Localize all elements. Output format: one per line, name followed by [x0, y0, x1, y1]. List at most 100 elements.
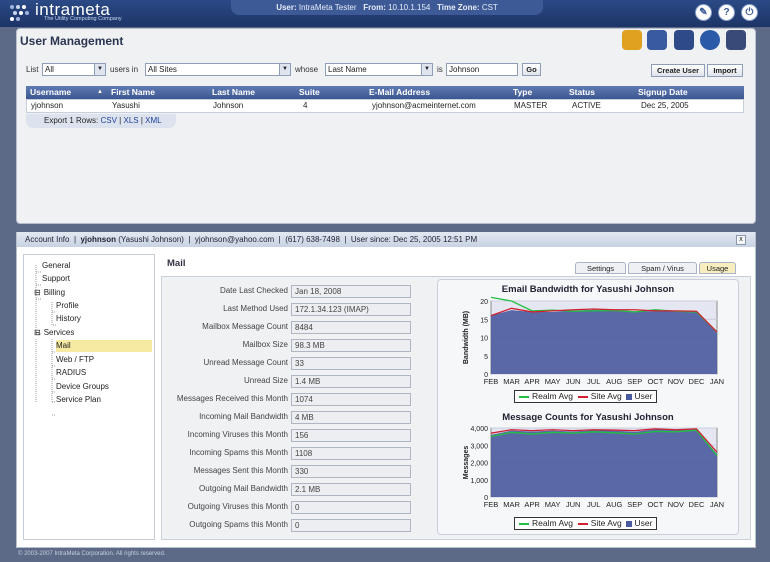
create-user-button[interactable]: Create User — [651, 64, 705, 77]
legend-realm: Realm Avg — [532, 518, 573, 528]
tree-item[interactable]: Device Groups — [56, 381, 109, 393]
legend-swatch-realm — [519, 395, 529, 398]
x-tick-label: FEB — [484, 377, 499, 386]
users-icon[interactable] — [622, 30, 642, 50]
x-tick-label: JUN — [566, 500, 581, 509]
tree-item-label: Device Groups — [56, 382, 109, 391]
field-label: Incoming Mail Bandwidth — [199, 412, 288, 421]
field-value: 2.1 MB — [291, 483, 411, 496]
x-tick-label: SEP — [627, 500, 642, 509]
tree-item[interactable]: RADIUS — [56, 367, 86, 379]
legend-swatch-user — [626, 520, 633, 527]
section-title: Mail — [167, 258, 186, 269]
tree-item[interactable]: ⊟ Billing — [34, 287, 65, 299]
gears-icon[interactable] — [726, 30, 746, 50]
account-email: yjohnson@yahoo.com — [194, 235, 275, 244]
list-select-value: All — [45, 65, 54, 74]
table-row[interactable]: yjohnson Yasushi Johnson 4 yjohnson@acme… — [26, 99, 744, 113]
field-value: 4 MB — [291, 411, 411, 424]
chart-title-bandwidth: Email Bandwidth for Yasushi Johnson — [501, 284, 675, 295]
tree-item-label: Profile — [56, 301, 79, 310]
cell-type: MASTER — [514, 101, 548, 110]
x-tick-label: OCT — [647, 377, 663, 386]
tab-settings[interactable]: Settings — [575, 262, 626, 274]
field-label: Mailbox Size — [242, 340, 288, 349]
close-icon[interactable]: x — [736, 235, 746, 245]
x-tick-label: JUL — [587, 500, 600, 509]
field-label: Outgoing Mail Bandwidth — [199, 484, 288, 493]
legend-realm: Realm Avg — [532, 391, 573, 401]
go-button[interactable]: Go — [522, 63, 541, 76]
export-sep: | — [119, 116, 122, 125]
field-label: Outgoing Spams this Month — [189, 520, 288, 529]
col-status[interactable]: Status — [569, 86, 595, 99]
legend-messages: Realm Avg Site Avg User — [514, 517, 658, 530]
session-ip: 10.10.1.154 — [388, 3, 431, 12]
card-icon[interactable] — [647, 30, 667, 50]
tree-item-label: Mail — [56, 341, 71, 350]
tab-spam-virus[interactable]: Spam / Virus — [628, 262, 697, 274]
tree-item[interactable]: General — [42, 260, 70, 272]
collapse-icon[interactable]: ⊟ — [34, 288, 41, 297]
tree-item[interactable]: ⊟ Services — [34, 327, 74, 339]
tree-item-label: Services — [43, 328, 75, 337]
import-button[interactable]: Import — [707, 64, 743, 77]
chevron-down-icon: ▼ — [94, 64, 105, 75]
power-icon[interactable]: ⏻ — [741, 4, 758, 21]
col-last-name[interactable]: Last Name — [212, 86, 255, 99]
col-username[interactable]: Username — [30, 86, 71, 99]
sites-select[interactable]: All Sites ▼ — [145, 63, 291, 76]
x-tick-label: AUG — [606, 377, 622, 386]
x-tick-label: JUL — [587, 377, 600, 386]
tree-item[interactable]: Service Plan — [56, 394, 101, 406]
sep: | — [278, 235, 281, 244]
x-tick-label: MAY — [545, 377, 561, 386]
network-icon[interactable] — [674, 30, 694, 50]
field-value: 1108 — [291, 447, 411, 460]
export-csv-link[interactable]: CSV — [100, 116, 116, 125]
sep: | — [344, 235, 347, 244]
help-icon[interactable]: ? — [718, 4, 735, 21]
col-first-name[interactable]: First Name — [111, 86, 155, 99]
sort-up-icon[interactable]: ▲ — [97, 86, 103, 99]
field-select[interactable]: Last Name ▼ — [325, 63, 433, 76]
x-tick-label: MAR — [503, 500, 520, 509]
export-bar: Export 1 Rows: CSV | XLS | XML — [26, 114, 176, 128]
export-xls-link[interactable]: XLS — [123, 116, 138, 125]
tab-usage[interactable]: Usage — [699, 262, 736, 274]
footer: © 2003-2007 IntraMeta Corporation. All r… — [18, 551, 166, 557]
col-suite[interactable]: Suite — [299, 86, 320, 99]
wrench-icon[interactable]: ✎ — [695, 4, 712, 21]
x-tick-label: NOV — [668, 500, 684, 509]
tree-item-label: Support — [42, 274, 71, 283]
cell-email: yjohnson@acmeinternet.com — [372, 101, 476, 110]
col-email[interactable]: E-Mail Address — [369, 86, 430, 99]
tree-item[interactable]: Mail — [56, 340, 152, 352]
x-tick-label: MAR — [503, 377, 520, 386]
grid-header: Username ▲ First Name Last Name Suite E-… — [26, 86, 744, 99]
account-username: yjohnson — [80, 235, 117, 244]
export-label: Export 1 Rows: — [44, 116, 99, 125]
col-type[interactable]: Type — [513, 86, 532, 99]
globe-icon[interactable] — [700, 30, 720, 50]
search-input-value: Johnson — [449, 65, 480, 74]
field-value: 172.1.34.123 (IMAP) — [291, 303, 411, 316]
field-label: Messages Sent this Month — [193, 466, 288, 475]
collapse-icon[interactable]: ⊟ — [34, 328, 41, 337]
col-signup[interactable]: Signup Date — [638, 86, 688, 99]
tree-item-label: Service Plan — [56, 395, 101, 404]
tree-item[interactable]: Web / FTP — [56, 354, 94, 366]
field-value: 0 — [291, 519, 411, 532]
tree-item[interactable]: History — [56, 313, 81, 325]
cell-status: ACTIVE — [572, 101, 601, 110]
field-value: 1074 — [291, 393, 411, 406]
x-tick-label: SEP — [627, 377, 642, 386]
field-label: Messages Received this Month — [176, 394, 288, 403]
export-xml-link[interactable]: XML — [145, 116, 161, 125]
x-tick-label: APR — [524, 500, 540, 509]
tree-item[interactable]: Support — [42, 273, 70, 285]
tz-label: Time Zone: — [437, 3, 480, 12]
search-input[interactable]: Johnson — [446, 63, 518, 76]
tree-item[interactable]: Profile — [56, 300, 79, 312]
list-select[interactable]: All ▼ — [42, 63, 106, 76]
